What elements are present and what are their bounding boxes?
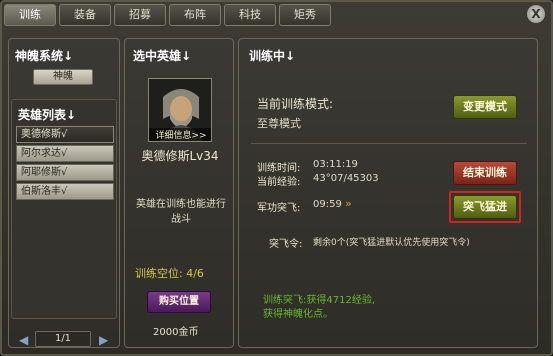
change-mode-button[interactable]: 变更模式 xyxy=(453,95,517,119)
hero-list-panel: 英雄列表↓ 奥德修斯√ 阿尔求达√ 阿耶修斯√ 伯斯洛丰√ xyxy=(11,99,117,319)
prev-page-icon[interactable]: ◀ xyxy=(19,333,28,347)
slot-price: 2000金币 xyxy=(153,327,199,338)
hero-list-item[interactable]: 伯斯洛丰√ xyxy=(16,183,114,200)
training-log-line: 训练突飞:获得4712经验, xyxy=(263,295,375,306)
tab-training[interactable]: 训练 xyxy=(4,4,56,26)
medal-label: 军功突飞: xyxy=(257,203,301,214)
selected-hero-title: 选中英雄↓ xyxy=(133,49,192,63)
tab-show[interactable]: 矩秀 xyxy=(279,4,331,26)
hero-list-item[interactable]: 阿尔求达√ xyxy=(16,145,114,162)
order-value: 剩余0个(突飞猛进默认优先使用突飞令) xyxy=(313,238,470,248)
hero-portrait[interactable]: 详细信息>> xyxy=(148,78,212,142)
close-icon: X xyxy=(531,7,541,21)
detail-info-link[interactable]: 详细信息>> xyxy=(149,128,211,141)
hero-list-item[interactable]: 阿耶修斯√ xyxy=(16,164,114,181)
training-slots: 训练空位: 4/6 xyxy=(135,267,204,280)
tab-technology[interactable]: 科技 xyxy=(224,4,276,26)
tab-bar: 训练 装备 招募 布阵 科技 矩秀 xyxy=(4,4,331,28)
training-note: 英雄在训练也能进行战斗 xyxy=(136,199,226,225)
close-button[interactable]: X xyxy=(527,5,545,23)
training-log-line: 获得神魄化点。 xyxy=(263,309,333,320)
medal-countdown: 09:59 xyxy=(313,199,342,210)
spirit-system-title: 神魄系统↓ xyxy=(15,49,74,63)
exp-label: 当前经验: xyxy=(257,177,301,188)
hero-list-item[interactable]: 奥德修斯√ xyxy=(16,126,114,143)
section-divider xyxy=(251,143,527,144)
order-label: 突飞令: xyxy=(269,239,303,250)
spirit-button[interactable]: 神魄 xyxy=(33,69,93,85)
buy-slot-button[interactable]: 购买位置 xyxy=(147,291,211,313)
next-page-icon[interactable]: ▶ xyxy=(99,333,108,347)
time-label: 训练时间: xyxy=(257,163,301,174)
exp-value: 43°07/45303 xyxy=(313,173,379,184)
training-panel: 训练中↓ 当前训练模式: 至尊模式 变更模式 训练时间: 03:11:19 当前… xyxy=(238,38,538,348)
tab-formation[interactable]: 布阵 xyxy=(169,4,221,26)
hero-name: 奥德修斯Lv34 xyxy=(141,149,219,163)
tab-equipment[interactable]: 装备 xyxy=(59,4,111,26)
left-panel: 神魄系统↓ 神魄 英雄列表↓ 奥德修斯√ 阿尔求达√ 阿耶修斯√ 伯斯洛丰√ ◀… xyxy=(8,38,120,348)
hero-list-title: 英雄列表↓ xyxy=(18,108,77,122)
mode-label: 当前训练模式: xyxy=(257,97,334,111)
breakthrough-button[interactable]: 突飞猛进 xyxy=(453,195,517,219)
time-value: 03:11:19 xyxy=(313,159,358,170)
training-title: 训练中↓ xyxy=(249,49,296,63)
arrow-icon: » xyxy=(345,197,352,210)
mode-value: 至尊模式 xyxy=(257,117,301,130)
tab-recruit[interactable]: 招募 xyxy=(114,4,166,26)
end-training-button[interactable]: 结束训练 xyxy=(453,161,517,185)
page-indicator: 1/1 xyxy=(35,331,91,347)
